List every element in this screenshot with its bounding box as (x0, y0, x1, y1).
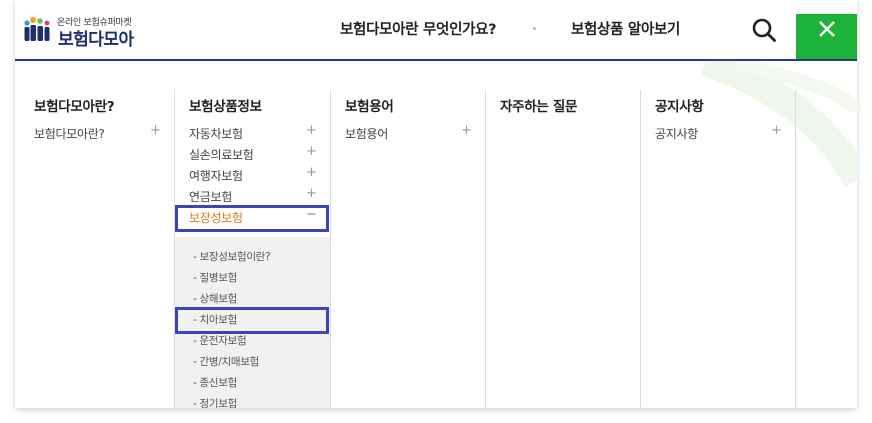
menu-window: 온라인 보험슈퍼마켓 보험다모아 보험다모아란 무엇인가요? 보험상품 알아보기… (15, 0, 857, 408)
column-title: 보험다모아란? (34, 99, 115, 115)
submenu-item[interactable]: - 보장성보험이란? (193, 249, 271, 264)
family-logo-icon (24, 17, 50, 41)
logo-name: 보험다모아 (58, 30, 134, 50)
expand-icon[interactable]: + (461, 123, 472, 138)
menu-column-glossary: 보험용어 보험용어 + (326, 90, 485, 408)
collapse-icon[interactable]: − (306, 207, 317, 222)
submenu-item-dental[interactable]: - 치아보험 (193, 312, 237, 327)
expand-icon[interactable]: + (306, 123, 317, 138)
header-divider (15, 59, 857, 61)
menu-item-notice[interactable]: 공지사항 (655, 125, 698, 142)
menu-column-faq: 자주하는 질문 (481, 90, 640, 408)
expand-icon[interactable]: + (306, 165, 317, 180)
expand-icon[interactable]: + (306, 186, 317, 201)
submenu-item[interactable]: - 상해보험 (193, 291, 237, 306)
menu-item-medical[interactable]: 실손의료보험 (189, 146, 254, 163)
menu-item-protection[interactable]: 보장성보험 (189, 209, 243, 226)
column-divider (795, 90, 796, 408)
column-title[interactable]: 자주하는 질문 (500, 95, 577, 115)
expand-icon[interactable]: + (771, 123, 782, 138)
column-title: 보험상품정보 (189, 99, 262, 115)
menu-item-travel[interactable]: 여행자보험 (189, 167, 243, 184)
site-logo[interactable]: 온라인 보험슈퍼마켓 보험다모아 (21, 14, 151, 50)
expand-icon[interactable]: + (150, 123, 161, 138)
close-button[interactable] (796, 14, 857, 61)
nav-separator (533, 27, 536, 30)
site-header: 온라인 보험슈퍼마켓 보험다모아 보험다모아란 무엇인가요? 보험상품 알아보기 (15, 0, 857, 61)
column-title: 보험용어 (345, 99, 394, 115)
submenu-item[interactable]: - 운전자보험 (193, 333, 247, 348)
nav-products[interactable]: 보험상품 알아보기 (571, 18, 680, 39)
menu-item-auto[interactable]: 자동차보험 (189, 125, 243, 142)
search-icon[interactable] (751, 17, 777, 43)
submenu-item[interactable]: - 정기보험 (193, 396, 237, 408)
menu-item-pension[interactable]: 연금보험 (189, 188, 232, 205)
menu-item-about[interactable]: 보험다모아란? (34, 125, 105, 142)
menu-column-notice: 공지사항 공지사항 + (636, 90, 795, 408)
submenu-item[interactable]: - 질병보험 (193, 270, 237, 285)
menu-item-glossary[interactable]: 보험용어 (345, 125, 388, 142)
column-title: 공지사항 (655, 99, 704, 115)
menu-column-about: 보험다모아란? 보험다모아란? + (15, 90, 174, 408)
close-icon (819, 21, 835, 37)
expand-icon[interactable]: + (306, 144, 317, 159)
nav-about[interactable]: 보험다모아란 무엇인가요? (340, 18, 497, 39)
submenu-item[interactable]: - 간병/치매보험 (193, 354, 259, 369)
submenu-item[interactable]: - 종신보험 (193, 375, 237, 390)
